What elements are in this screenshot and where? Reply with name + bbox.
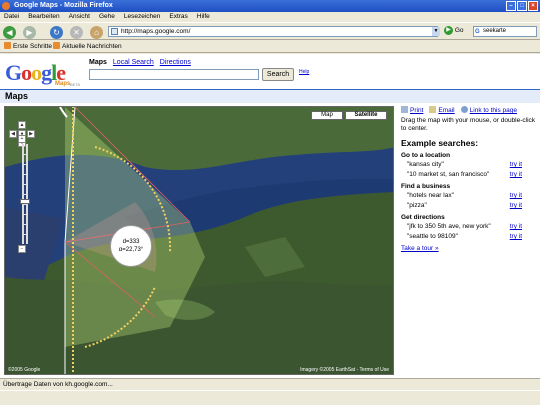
bookmark-latest-news[interactable]: Aktuelle Nachrichten [53,40,122,53]
google-search-icon: G [475,29,480,35]
map-type-map[interactable]: Map [311,111,343,120]
maximize-button[interactable]: □ [517,1,527,11]
web-search-value: seekarte [483,28,507,34]
satellite-map[interactable]: Map Satellite ▲ ◀ ● ▶ ▼ + − d=333 α=22,7… [4,106,394,375]
envelope-icon [429,106,437,113]
list-item: "pizza" try it [407,201,522,211]
try-it-link[interactable]: try it [510,232,522,242]
imagery-copyright: Imagery ©2005 EarthSat - Terms of Use [300,367,389,373]
readout-angle: α=22,73° [118,247,144,253]
home-icon[interactable]: ⌂ [90,26,103,39]
status-bar: Übertrage Daten von kh.google.com... [0,378,540,390]
bookmark-getting-started[interactable]: Erste Schritte [4,40,52,53]
status-text: Übertrage Daten von kh.google.com... [3,381,113,388]
nav-directions[interactable]: Directions [160,59,191,66]
forward-arrow-icon[interactable]: ▶ [23,26,36,39]
zoom-in-icon[interactable]: + [18,135,26,143]
map-copyright: ©2005 Google [8,367,41,373]
menu-file[interactable]: Datei [4,12,19,22]
bearing-readout: d=333 α=22,73° [110,225,152,267]
take-a-tour-link[interactable]: Take a tour » [401,245,536,252]
section-directions-title: Get directions [401,214,445,221]
go-arrow-icon: ▶ [444,25,453,35]
menu-view[interactable]: Ansicht [69,12,90,22]
window-controls: – □ × [506,1,538,11]
readout-distance: d=333 [122,239,140,245]
minimize-button[interactable]: – [506,1,516,11]
menu-bar: Datei Bearbeiten Ansicht Gehe Lesezeiche… [0,12,540,22]
list-item: "jfk to 350 5th ave, new york" try it [407,222,522,232]
bottom-bar [0,390,540,405]
map-sidebar: Print Email Link to this page Drag the m… [401,106,536,252]
page-content: Google Maps BETA Maps Local Search Direc… [0,54,540,378]
link-to-page[interactable]: Link to this page [460,106,517,114]
try-it-link[interactable]: try it [510,222,522,232]
email-link[interactable]: Email [429,106,455,114]
reload-icon[interactable]: ↻ [50,26,63,39]
satellite-imagery [5,107,393,374]
pan-right-icon[interactable]: ▶ [27,130,35,138]
menu-tools[interactable]: Extras [169,12,187,22]
web-search-box[interactable]: G seekarte [473,26,537,37]
menu-go[interactable]: Gehe [99,12,115,22]
nav-maps: Maps [89,59,107,66]
google-nav: Maps Local Search Directions [89,59,191,66]
pan-up-icon[interactable]: ▲ [18,121,26,129]
try-it-link[interactable]: try it [510,170,522,180]
maps-search-button[interactable]: Search [262,68,294,81]
go-label: Go [454,27,464,34]
stop-icon[interactable]: ✕ [70,26,83,39]
try-it-link[interactable]: try it [510,160,522,170]
map-actions: Print Email Link to this page [401,106,536,114]
section-business-title: Find a business [401,183,451,190]
zoom-slider[interactable] [20,144,30,244]
list-item: "hotels near lax" try it [407,191,522,201]
section-location-title: Go to a location [401,152,451,159]
logo-subtitle: Maps [55,81,71,87]
menu-edit[interactable]: Bearbeiten [28,12,59,22]
address-bar[interactable]: http://maps.google.com/ [108,26,438,37]
maps-header-bar: Maps [0,89,540,103]
menu-help[interactable]: Hilfe [197,12,210,22]
rss-icon [53,42,60,49]
maps-search-input[interactable] [89,69,259,80]
logo-beta: BETA [70,82,81,87]
help-link[interactable]: Help [299,69,309,75]
map-type-satellite[interactable]: Satellite [345,111,387,120]
bookmark-icon [4,42,11,49]
printer-icon [401,106,408,113]
maps-header-title: Maps [5,91,29,101]
zoom-slider-knob[interactable] [20,199,30,204]
chain-link-icon [460,106,468,113]
print-link[interactable]: Print [401,106,423,114]
window-titlebar: Google Maps - Mozilla Firefox – □ × [0,0,540,12]
list-item: "kansas city" try it [407,160,522,170]
address-bar-url: http://maps.google.com/ [121,28,191,35]
try-it-link[interactable]: try it [510,201,522,211]
firefox-icon [2,2,10,10]
page-icon [111,28,118,35]
close-button[interactable]: × [528,1,538,11]
map-hint: Drag the map with your mouse, or double-… [401,117,536,132]
example-searches-heading: Example searches: [401,138,479,148]
list-item: "seattle to 98109" try it [407,232,522,242]
back-arrow-icon[interactable]: ◀ [3,26,16,39]
zoom-out-icon[interactable]: − [18,245,26,253]
try-it-link[interactable]: try it [510,191,522,201]
list-item: "10 market st, san francisco" try it [407,170,522,180]
window-title: Google Maps - Mozilla Firefox [14,2,113,9]
pan-left-icon[interactable]: ◀ [9,130,17,138]
nav-local-search[interactable]: Local Search [113,59,154,66]
menu-bookmarks[interactable]: Lesezeichen [124,12,161,22]
go-button[interactable]: ▶ Go [444,25,463,37]
address-dropdown-button[interactable]: ▼ [432,27,440,36]
bookmarks-toolbar: Erste Schritte Aktuelle Nachrichten [0,40,540,53]
